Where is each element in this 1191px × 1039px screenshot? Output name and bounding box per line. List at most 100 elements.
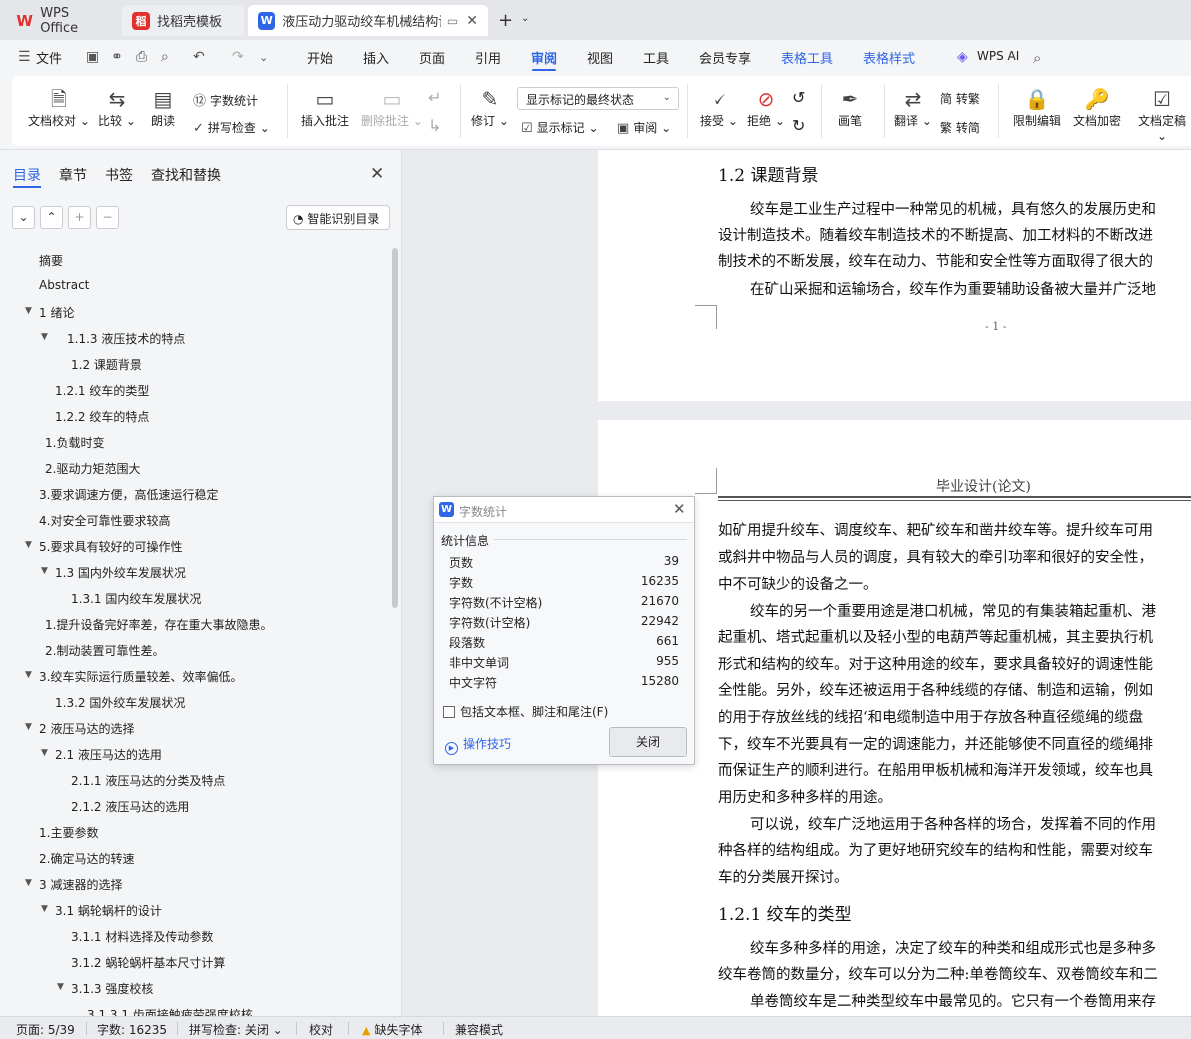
toc-item[interactable]: 1.2.1 绞车的类型 xyxy=(55,382,149,399)
toc-item[interactable]: 1.主要参数 xyxy=(39,824,98,841)
delete-comment-button[interactable]: ▭ 删除批注 ⌄ xyxy=(361,86,423,129)
review-pane-button[interactable]: ▣ 审阅 ⌄ xyxy=(617,119,671,136)
tab-wps-office[interactable]: W WPS Office xyxy=(6,5,118,36)
insert-comment-button[interactable]: ▭ 插入批注 xyxy=(301,86,349,129)
toc-item[interactable]: 1.1.3 液压技术的特点 xyxy=(67,330,185,347)
tips-link[interactable]: ▶ 操作技巧 xyxy=(445,735,511,755)
chevron-down-icon[interactable]: ▼ xyxy=(41,904,48,914)
toc-item[interactable]: 3.1.3.1 齿面接触疲劳强度校核 xyxy=(87,1006,253,1016)
redo-icon[interactable]: ↷ xyxy=(232,49,244,65)
toc-item[interactable]: 1.3 国内外绞车发展状况 xyxy=(55,564,186,581)
undo-icon[interactable]: ↶ xyxy=(193,49,205,65)
toc-item[interactable]: 2.制动装置可靠性差。 xyxy=(45,642,164,659)
chevron-down-icon[interactable]: ▼ xyxy=(25,306,32,316)
chevron-down-icon[interactable]: ▼ xyxy=(25,722,32,732)
markup-state-select[interactable]: 显示标记的最终状态 ⌄ xyxy=(517,87,679,110)
restrict-edit-button[interactable]: 🔒 限制编辑 xyxy=(1013,86,1061,129)
word-count-button[interactable]: ⑫ 字数统计 xyxy=(193,90,258,109)
expand-up-button[interactable]: ⌃ xyxy=(40,206,63,229)
chevron-down-icon[interactable]: ▼ xyxy=(41,566,48,576)
toc-item[interactable]: 摘要 xyxy=(39,252,63,269)
chevron-down-icon[interactable]: ▼ xyxy=(41,332,48,342)
track-changes-button[interactable]: ✎ 修订 ⌄ xyxy=(471,86,509,129)
toc-item[interactable]: 1.3.2 国外绞车发展状况 xyxy=(55,694,185,711)
toc-item[interactable]: 2.1.2 液压马达的选用 xyxy=(71,798,189,815)
menu-insert[interactable]: 插入 xyxy=(363,48,389,67)
close-icon[interactable]: ✕ xyxy=(673,500,686,518)
toc-item[interactable]: 1.2 课题背景 xyxy=(71,356,142,373)
toc-item[interactable]: Abstract xyxy=(39,278,89,292)
next-change-icon[interactable]: ↻ xyxy=(792,116,805,135)
menu-review[interactable]: 审阅 xyxy=(531,48,557,67)
toc-item[interactable]: 2.1 液压马达的选用 xyxy=(55,746,162,763)
toc-item[interactable]: 2 液压马达的选择 xyxy=(39,720,134,737)
chevron-down-icon[interactable]: ⌄ xyxy=(521,13,529,24)
toc-item[interactable]: 2.确定马达的转速 xyxy=(39,850,134,867)
tab-find-replace[interactable]: 查找和替换 xyxy=(151,165,221,185)
to-simplified-button[interactable]: 繁 转简 xyxy=(940,119,980,136)
save-icon[interactable]: ▣ xyxy=(86,49,99,65)
next-comment-icon[interactable]: ↳ xyxy=(428,116,441,135)
toc-item[interactable]: 3.1 蜗轮蜗杆的设计 xyxy=(55,902,162,919)
menu-view[interactable]: 视图 xyxy=(587,48,613,67)
chevron-down-icon[interactable]: ⌄ xyxy=(259,51,268,64)
page-indicator[interactable]: 页面: 5/39 xyxy=(16,1021,75,1038)
dialog-title-bar[interactable]: W 字数统计 ✕ xyxy=(434,497,694,523)
doc-check-button[interactable]: 🗎 文档校对 ⌄ xyxy=(28,86,90,129)
toc-item[interactable]: 1.3.1 国内绞车发展状况 xyxy=(71,590,201,607)
tab-chapters[interactable]: 章节 xyxy=(59,165,87,185)
smart-toc-button[interactable]: ◔ 智能识别目录 xyxy=(286,205,390,230)
close-button[interactable]: 关闭 xyxy=(609,727,687,757)
remove-heading-button[interactable]: − xyxy=(96,206,119,229)
scrollbar[interactable] xyxy=(392,248,398,608)
spell-check-indicator[interactable]: 拼写检查: 关闭 ⌄ xyxy=(189,1021,283,1038)
menu-table-style[interactable]: 表格样式 xyxy=(863,48,915,67)
search-icon[interactable]: ⌕ xyxy=(1033,49,1041,67)
menu-home[interactable]: 开始 xyxy=(307,48,333,67)
collapse-all-button[interactable]: ⌄ xyxy=(12,206,35,229)
menu-tools[interactable]: 工具 xyxy=(643,48,669,67)
chevron-down-icon[interactable]: ▼ xyxy=(41,748,48,758)
reject-button[interactable]: ⊘ 拒绝 ⌄ xyxy=(747,86,785,129)
checkbox-box[interactable] xyxy=(443,705,455,718)
close-tab-icon[interactable]: ✕ xyxy=(466,13,478,29)
accept-button[interactable]: 🗸 接受 ⌄ xyxy=(700,86,738,129)
to-traditional-button[interactable]: 简 转繁 xyxy=(940,90,980,107)
chevron-down-icon[interactable]: ▼ xyxy=(57,982,64,992)
prev-comment-icon[interactable]: ↵ xyxy=(428,88,441,107)
toc-item[interactable]: 3.1.1 材料选择及传动参数 xyxy=(71,928,213,945)
spell-check-button[interactable]: ✓ 拼写检查 ⌄ xyxy=(193,119,270,136)
chevron-down-icon[interactable]: ▼ xyxy=(25,540,32,550)
toc-item[interactable]: 3.绞车实际运行质量较差、效率偏低。 xyxy=(39,668,242,685)
toc-item[interactable]: 3.要求调速方便，高低速运行稳定 xyxy=(39,486,218,503)
toc-item[interactable]: 3 减速器的选择 xyxy=(39,876,122,893)
window-icon[interactable]: ▭ xyxy=(447,14,458,28)
compare-button[interactable]: ⇆ 比较 ⌄ xyxy=(98,86,136,129)
tab-toc[interactable]: 目录 xyxy=(13,165,41,185)
tab-template[interactable]: 稻 找稻壳模板 xyxy=(122,5,244,36)
include-footnotes-checkbox[interactable]: 包括文本框、脚注和尾注(F) xyxy=(443,703,608,720)
toc-item[interactable]: 1.提升设备完好率差，存在重大事故隐患。 xyxy=(45,616,272,633)
encrypt-button[interactable]: 🔑 文档加密 xyxy=(1073,86,1121,129)
print-preview-icon[interactable]: ⌕ xyxy=(161,49,169,65)
toc-item[interactable]: 1.2.2 绞车的特点 xyxy=(55,408,149,425)
toc-item[interactable]: 3.1.2 蜗轮蜗杆基本尺寸计算 xyxy=(71,954,225,971)
link-icon[interactable]: ⚭ xyxy=(111,49,123,65)
toc-item[interactable]: 2.驱动力矩范围大 xyxy=(45,460,140,477)
proof-indicator[interactable]: 校对 xyxy=(309,1021,333,1038)
menu-references[interactable]: 引用 xyxy=(475,48,501,67)
add-heading-button[interactable]: + xyxy=(68,206,91,229)
word-count-indicator[interactable]: 字数: 16235 xyxy=(97,1021,167,1038)
toc-item[interactable]: 2.1.1 液压马达的分类及特点 xyxy=(71,772,225,789)
menu-wps-ai[interactable]: WPS AI xyxy=(977,49,1019,63)
toc-item[interactable]: 3.1.3 强度校核 xyxy=(71,980,153,997)
toc-item[interactable]: 5.要求具有较好的可操作性 xyxy=(39,538,182,555)
chevron-down-icon[interactable]: ▼ xyxy=(25,878,32,888)
chevron-down-icon[interactable]: ▼ xyxy=(25,670,32,680)
menu-member[interactable]: 会员专享 xyxy=(699,48,751,67)
missing-font-indicator[interactable]: ▲ 缺失字体 xyxy=(362,1021,422,1038)
close-icon[interactable]: ✕ xyxy=(370,164,384,184)
toc-item[interactable]: 1.负载时变 xyxy=(45,434,104,451)
new-tab-icon[interactable]: + xyxy=(498,10,513,31)
print-icon[interactable]: ⎙ xyxy=(136,49,147,65)
